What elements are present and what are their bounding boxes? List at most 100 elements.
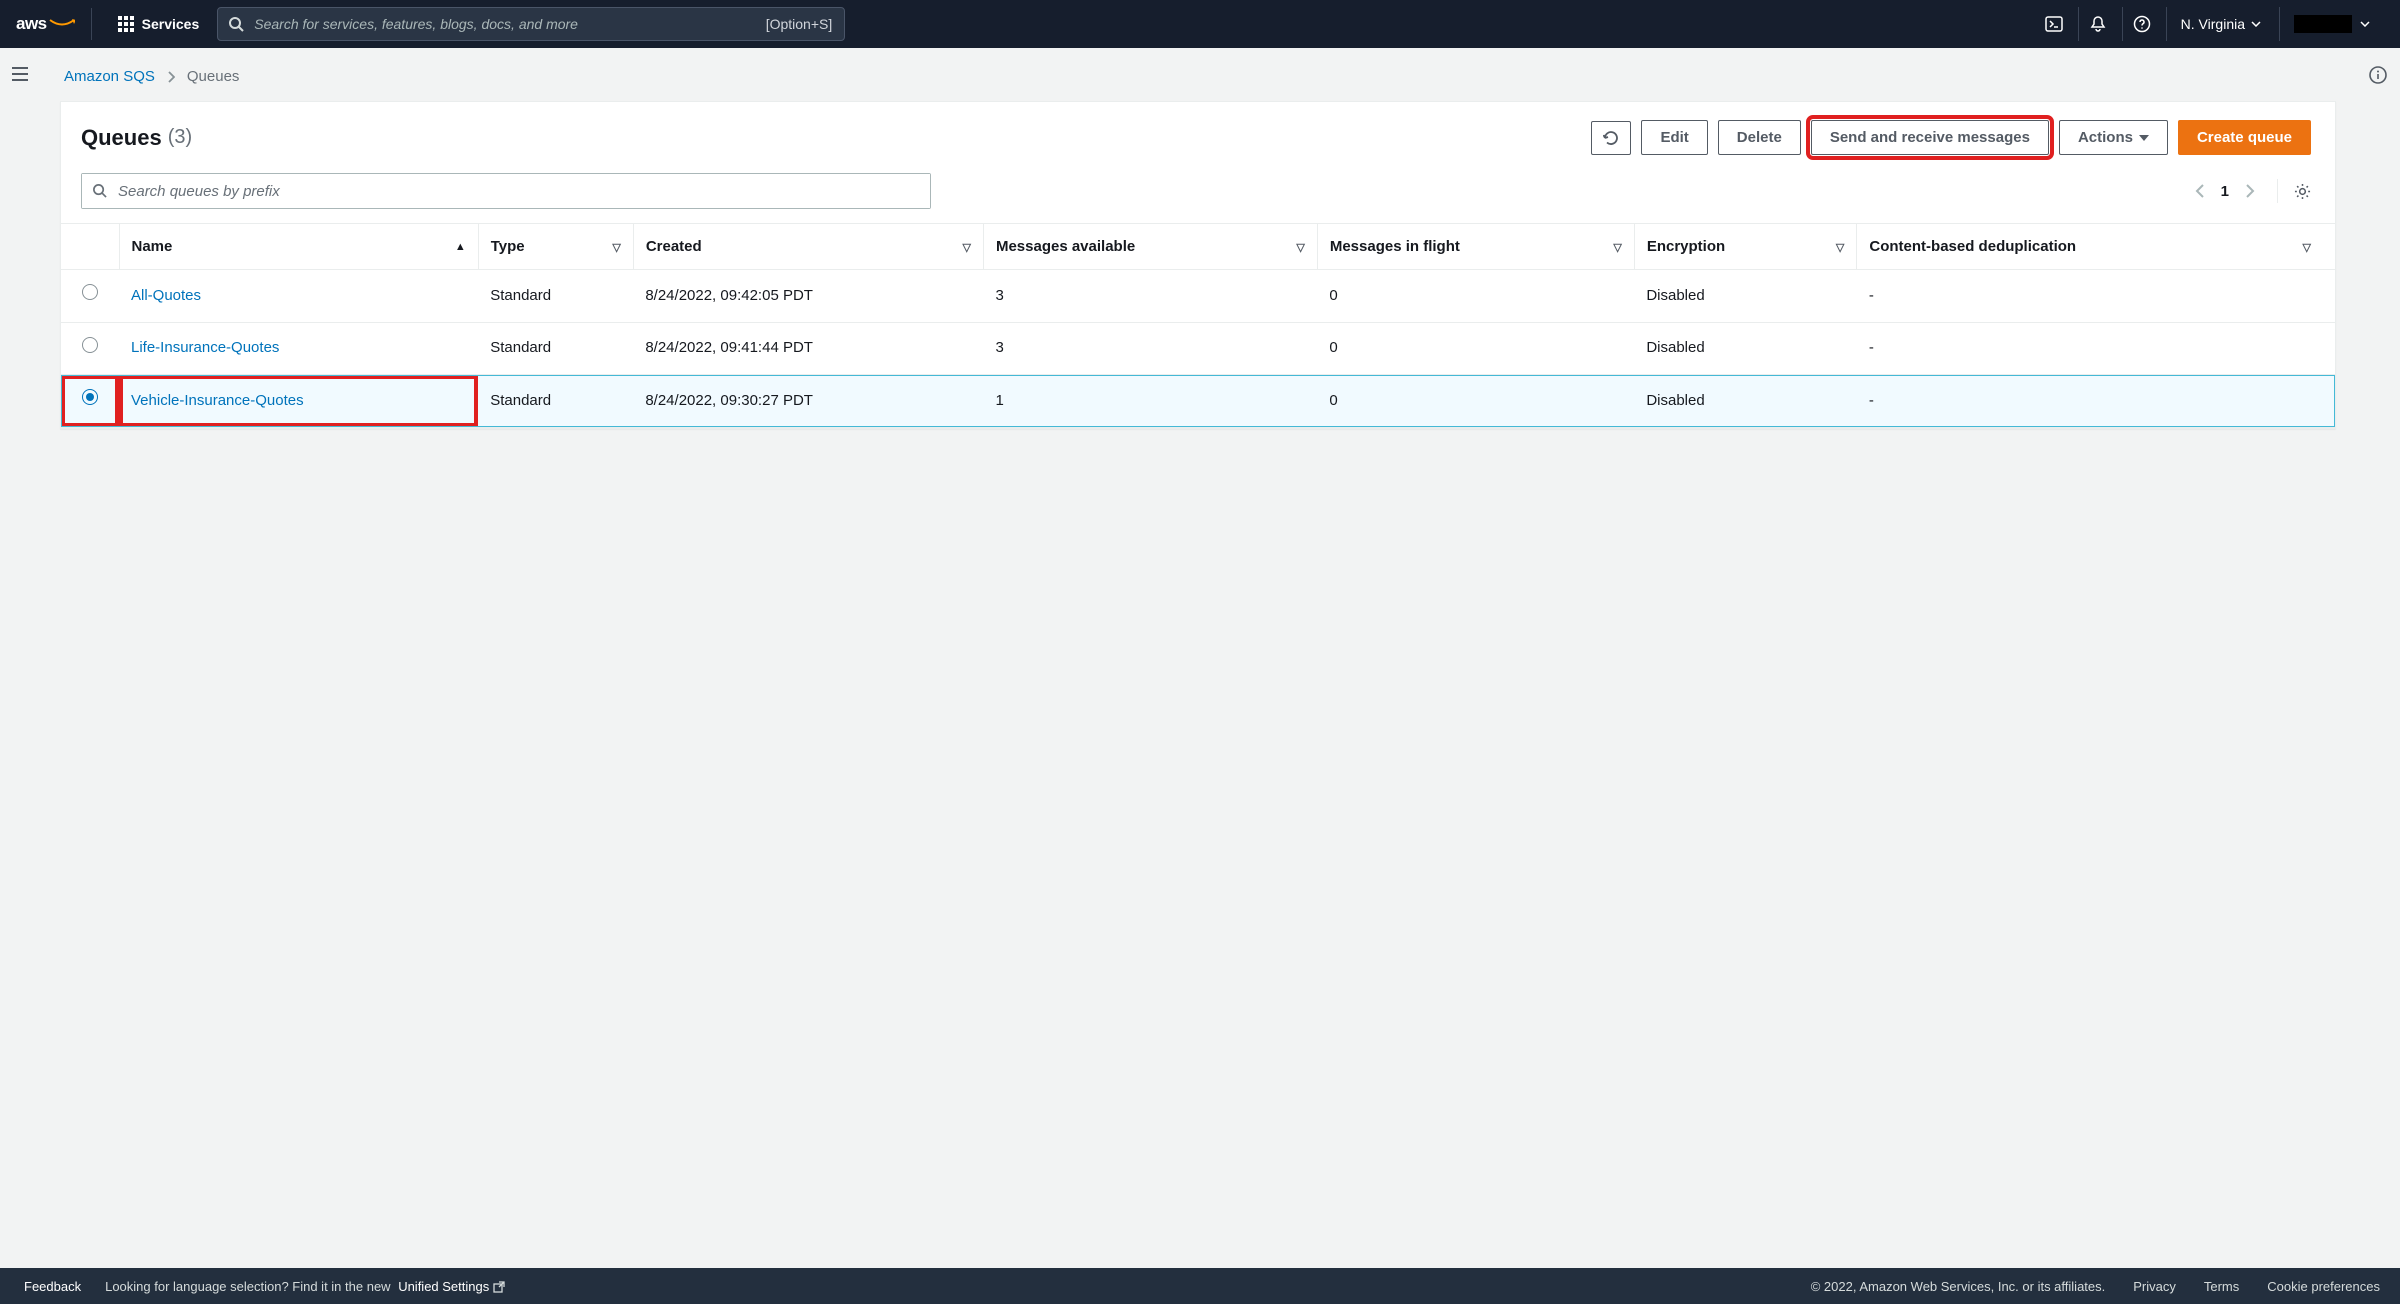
cell-type: Standard [478, 270, 633, 323]
cell-dedup: - [1857, 375, 2335, 428]
search-icon [92, 183, 107, 198]
account-menu[interactable] [2279, 7, 2384, 41]
table-row[interactable]: Vehicle-Insurance-QuotesStandard8/24/202… [61, 375, 2335, 428]
table-row[interactable]: All-QuotesStandard8/24/2022, 09:42:05 PD… [61, 270, 2335, 323]
col-encryption[interactable]: Encryption▽ [1634, 224, 1857, 270]
col-name[interactable]: Name▲ [119, 224, 478, 270]
col-created[interactable]: Created▽ [633, 224, 983, 270]
delete-button[interactable]: Delete [1718, 120, 1801, 155]
breadcrumb-current: Queues [187, 68, 240, 85]
language-hint: Looking for language selection? Find it … [105, 1279, 505, 1294]
cell-encryption: Disabled [1634, 322, 1857, 375]
send-receive-button[interactable]: Send and receive messages [1811, 120, 2049, 155]
aws-logo[interactable]: aws [16, 8, 92, 40]
edit-button[interactable]: Edit [1641, 120, 1707, 155]
sort-icon: ▽ [1296, 241, 1304, 254]
sort-asc-icon: ▲ [455, 241, 466, 253]
panel-actions: Edit Delete Send and receive messages Ac… [1591, 120, 2311, 155]
col-dedup[interactable]: Content-based deduplication▽ [1857, 224, 2335, 270]
services-grid-icon [118, 16, 134, 32]
external-link-icon [493, 1281, 505, 1293]
page-title: Queues [81, 125, 162, 151]
main-layout: Amazon SQS Queues Queues (3) Edit Delete… [0, 48, 2400, 1268]
queue-link[interactable]: All-Quotes [131, 287, 201, 304]
info-panel-toggle[interactable] [2356, 48, 2400, 1268]
top-nav: aws Services [Option+S] N. Virginia [0, 0, 2400, 48]
cell-in-flight: 0 [1317, 270, 1634, 323]
feedback-link[interactable]: Feedback [24, 1279, 81, 1294]
cell-dedup: - [1857, 322, 2335, 375]
queues-table: Name▲ Type▽ Created▽ Messages available▽… [61, 223, 2335, 428]
aws-logo-text: aws [16, 14, 47, 34]
page-prev[interactable] [2195, 183, 2205, 199]
cell-encryption: Disabled [1634, 375, 1857, 428]
help-button[interactable] [2122, 7, 2162, 41]
services-label: Services [142, 16, 200, 32]
region-selector[interactable]: N. Virginia [2166, 7, 2275, 41]
panel-header: Queues (3) Edit Delete Send and receive … [61, 102, 2335, 173]
table-row[interactable]: Life-Insurance-Quotes Standard8/24/2022, … [61, 322, 2335, 375]
row-radio[interactable] [82, 389, 98, 405]
col-messages-in-flight[interactable]: Messages in flight▽ [1317, 224, 1634, 270]
cloudshell-button[interactable] [2034, 7, 2074, 41]
cell-in-flight: 0 [1317, 375, 1634, 428]
main-content: Amazon SQS Queues Queues (3) Edit Delete… [40, 48, 2356, 1268]
hamburger-icon [11, 66, 29, 82]
breadcrumb-root[interactable]: Amazon SQS [64, 68, 155, 85]
search-input[interactable] [218, 8, 844, 40]
help-icon [2133, 15, 2151, 33]
services-button[interactable]: Services [108, 10, 210, 38]
aws-smile-icon [49, 19, 75, 29]
gear-icon [2294, 183, 2311, 200]
chevron-right-icon [2245, 183, 2255, 199]
nav-right: N. Virginia [2034, 7, 2384, 41]
chevron-right-icon [167, 71, 175, 83]
privacy-link[interactable]: Privacy [2133, 1279, 2176, 1294]
sort-icon: ▽ [1836, 241, 1844, 254]
left-nav-toggle[interactable] [0, 48, 40, 1268]
prefix-search-input[interactable] [82, 174, 930, 208]
queue-link[interactable]: Life-Insurance-Quotes [131, 339, 279, 356]
terms-link[interactable]: Terms [2204, 1279, 2239, 1294]
notifications-button[interactable] [2078, 7, 2118, 41]
sort-icon: ▽ [2303, 241, 2311, 254]
sort-icon: ▽ [962, 241, 970, 254]
col-select [61, 224, 119, 270]
filter-input-wrap[interactable] [81, 173, 931, 209]
cell-type: Standard [478, 322, 633, 375]
copyright: © 2022, Amazon Web Services, Inc. or its… [1811, 1279, 2106, 1294]
refresh-button[interactable] [1591, 121, 1631, 155]
search-box[interactable]: [Option+S] [217, 7, 845, 41]
cell-available: 3 [983, 322, 1317, 375]
cookie-preferences-link[interactable]: Cookie preferences [2267, 1279, 2380, 1294]
cell-created: 8/24/2022, 09:41:44 PDT [633, 322, 983, 375]
cell-in-flight: 0 [1317, 322, 1634, 375]
refresh-icon [1603, 130, 1619, 146]
bell-icon [2089, 15, 2107, 33]
info-icon [2369, 66, 2387, 84]
row-radio[interactable] [82, 337, 98, 353]
caret-down-icon [2139, 134, 2149, 142]
breadcrumb: Amazon SQS Queues [60, 60, 2336, 101]
cell-available: 3 [983, 270, 1317, 323]
queue-link[interactable]: Vehicle-Insurance-Quotes [131, 392, 304, 409]
global-search: [Option+S] [217, 7, 845, 41]
cloudshell-icon [2045, 15, 2063, 33]
col-messages-available[interactable]: Messages available▽ [983, 224, 1317, 270]
cell-encryption: Disabled [1634, 270, 1857, 323]
unified-settings-link[interactable]: Unified Settings [398, 1279, 505, 1294]
actions-button[interactable]: Actions [2059, 120, 2168, 155]
page-next[interactable] [2245, 183, 2255, 199]
sort-icon: ▽ [612, 241, 620, 254]
col-type[interactable]: Type▽ [478, 224, 633, 270]
search-shortcut: [Option+S] [766, 16, 833, 32]
chevron-left-icon [2195, 183, 2205, 199]
account-name-redacted [2294, 15, 2352, 33]
table-settings-button[interactable] [2277, 179, 2311, 203]
search-icon [228, 16, 244, 32]
create-queue-button[interactable]: Create queue [2178, 120, 2311, 155]
page-number: 1 [2221, 183, 2229, 200]
actions-label: Actions [2078, 129, 2133, 146]
row-radio[interactable] [82, 284, 98, 300]
cell-created: 8/24/2022, 09:30:27 PDT [633, 375, 983, 428]
